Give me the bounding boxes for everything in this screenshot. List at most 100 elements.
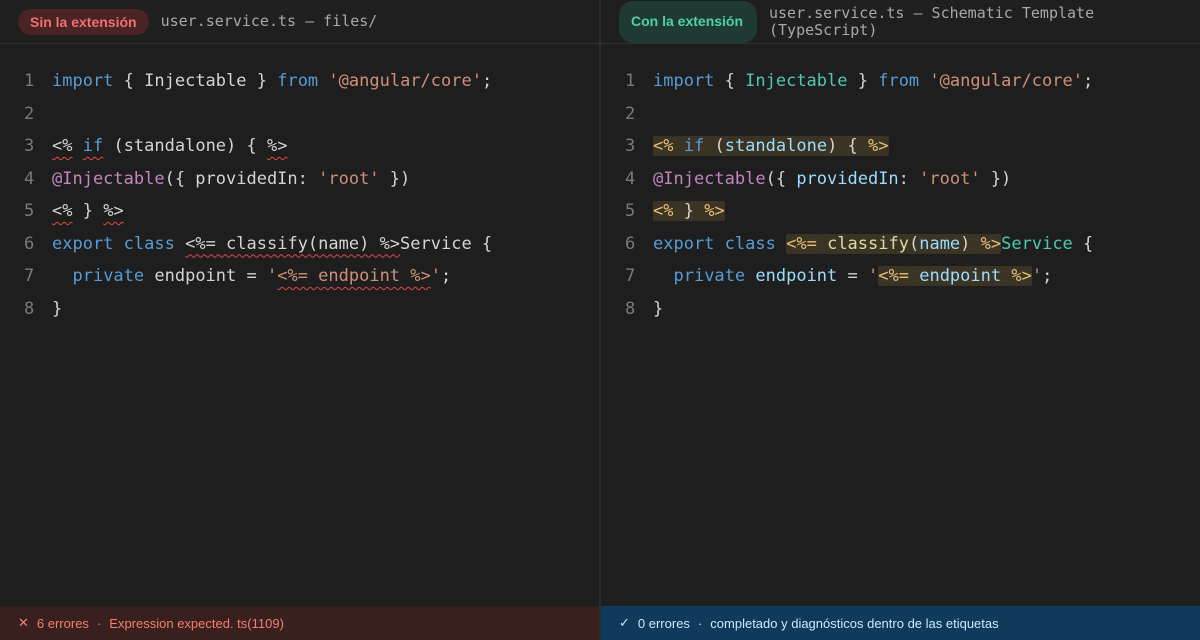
line-text: import { Injectable } from '@angular/cor… — [653, 65, 1093, 98]
code-token: %> — [1011, 266, 1032, 286]
right-pane-header: Con la extensión user.service.ts — Schem… — [601, 0, 1200, 44]
code-token: %> — [980, 233, 1002, 254]
left-pane-header: Sin la extensión user.service.ts — files… — [0, 0, 599, 44]
code-line[interactable]: 6 export class <%= classify(name) %>Servi… — [0, 228, 599, 261]
code-line[interactable]: 5 <% } %> — [0, 195, 599, 228]
line-text: import { Injectable } from '@angular/cor… — [52, 65, 492, 98]
code-token: ' — [1031, 266, 1043, 286]
left-code-area[interactable]: 1 import { Injectable } from '@angular/co… — [0, 65, 599, 325]
code-token: = — [837, 266, 868, 286]
code-token: import — [52, 71, 114, 91]
code-line[interactable]: 4 @Injectable({ providedIn: 'root' }) — [0, 163, 599, 196]
code-token: if — [683, 136, 705, 156]
line-number: 8 — [625, 298, 636, 319]
code-token: Service { — [400, 233, 493, 254]
code-token: 'root' — [919, 168, 981, 189]
line-text: export class <%= classify(name) %>Servic… — [653, 228, 1093, 261]
code-line[interactable]: 1 import { Injectable } from '@angular/co… — [601, 65, 1200, 98]
error-token: %> — [266, 136, 288, 156]
error-token: if — [82, 136, 104, 156]
line-text: export class <%= classify(name) %>Servic… — [52, 228, 492, 261]
code-token: ; — [1082, 71, 1094, 91]
code-token: ({ providedIn: — [164, 168, 319, 189]
code-token: %> — [868, 136, 889, 156]
line-text: @Injectable({ providedIn: 'root' }) — [52, 163, 410, 196]
code-token: %> — [704, 201, 725, 221]
check-icon: ✓ — [619, 615, 630, 630]
code-line[interactable]: 6 export class <%= classify(name) %>Servi… — [601, 228, 1200, 261]
code-token: } — [847, 71, 879, 91]
code-token: } — [72, 201, 104, 221]
code-token: { — [113, 71, 145, 91]
code-token: Injectable — [144, 71, 247, 91]
without-extension-badge: Sin la extensión — [18, 8, 149, 35]
code-line[interactable]: 3 <% if (standalone) { %> — [601, 130, 1200, 163]
code-token: ' — [430, 266, 441, 286]
line-text: private endpoint = '<%= endpoint %>'; — [653, 260, 1052, 293]
code-token: '@angular/core' — [328, 71, 482, 91]
code-token: } — [246, 71, 278, 91]
line-number: 4 — [24, 168, 35, 189]
error-token: %> — [103, 201, 124, 221]
left-editor-pane: Sin la extensión user.service.ts — files… — [0, 0, 601, 640]
line-text: <% } %> — [653, 195, 725, 228]
line-number: 8 — [24, 298, 35, 319]
code-token: providedIn — [796, 168, 899, 189]
code-token: class — [724, 233, 776, 254]
right-code-area[interactable]: 1 import { Injectable } from '@angular/co… — [601, 65, 1200, 325]
code-token: '@angular/core' — [929, 71, 1083, 91]
line-number: 3 — [24, 136, 35, 156]
code-line[interactable]: 2 — [0, 98, 599, 131]
status-message: completado y diagnósticos dentro de las … — [710, 615, 999, 631]
code-line[interactable]: 3 <% if (standalone) { %> — [0, 130, 599, 163]
error-count[interactable]: 6 errores — [37, 616, 89, 631]
code-line[interactable]: 1 import { Injectable } from '@angular/co… — [0, 65, 599, 98]
code-line[interactable]: 7 private endpoint = '<%= endpoint %>'; — [601, 260, 1200, 293]
code-token: ' — [868, 266, 879, 286]
line-text: @Injectable({ providedIn: 'root' }) — [653, 163, 1011, 196]
code-token: classify — [827, 233, 909, 254]
code-line[interactable]: 5 <% } %> — [601, 195, 1200, 228]
code-token: <% — [653, 201, 674, 221]
code-token: standalone — [724, 136, 828, 156]
code-token: <% — [653, 136, 674, 156]
code-line[interactable]: 4 @Injectable({ providedIn: 'root' }) — [601, 163, 1200, 196]
error-count[interactable]: 0 errores — [638, 616, 690, 631]
left-file-tab[interactable]: user.service.ts — files/ — [161, 13, 378, 30]
code-token: (standalone) { — [103, 136, 267, 156]
code-line[interactable]: 8} — [601, 293, 1200, 326]
code-token: }) — [379, 168, 411, 189]
code-token: ) — [960, 233, 981, 254]
status-separator: · — [697, 615, 703, 631]
line-number: 3 — [625, 136, 636, 156]
line-text: <% if (standalone) { %> — [653, 130, 889, 163]
code-token: ( — [908, 233, 920, 254]
code-line[interactable]: 7 private endpoint = '<%= endpoint %>'; — [0, 260, 599, 293]
code-token: @Injectable — [653, 168, 766, 189]
left-status-bar: ✕ 6 errores · Expression expected. ts(11… — [0, 606, 599, 640]
code-line[interactable]: 2 — [601, 98, 1200, 131]
code-line[interactable]: 8} — [0, 293, 599, 326]
code-token: <%= — [878, 266, 909, 286]
code-token: <%= — [786, 233, 817, 254]
line-number: 5 — [24, 201, 35, 221]
right-file-tab[interactable]: user.service.ts — Schematic Template (Ty… — [769, 4, 1169, 39]
code-token: from — [277, 71, 319, 91]
error-message: Expression expected. ts(1109) — [109, 615, 284, 631]
line-number: 6 — [625, 233, 636, 254]
code-token: ({ — [765, 168, 797, 189]
code-token: class — [123, 233, 175, 254]
line-number: 4 — [625, 168, 636, 189]
error-token: <%= classify(name) %> — [185, 233, 401, 254]
code-token — [908, 266, 920, 286]
code-token — [816, 233, 828, 254]
line-number: 6 — [24, 233, 35, 254]
code-token: import — [653, 71, 715, 91]
code-token: ' — [266, 266, 278, 286]
